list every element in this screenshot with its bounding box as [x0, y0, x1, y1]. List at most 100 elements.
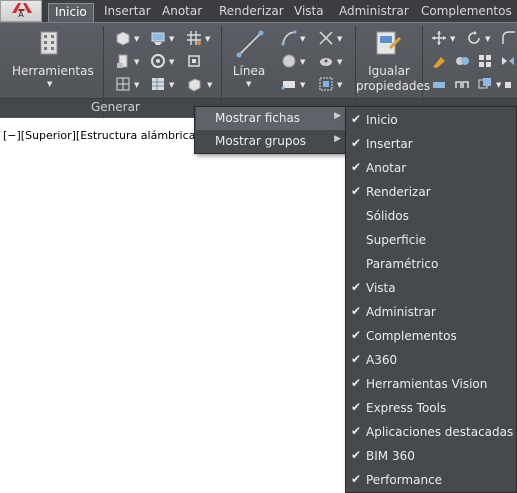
submenu-item-anotar[interactable]: ✔ Anotar — [347, 156, 515, 180]
revolve-icon[interactable] — [150, 53, 166, 69]
separator — [221, 26, 222, 118]
grid-icon[interactable] — [186, 30, 202, 46]
chevron-down-icon[interactable]: ▼ — [450, 35, 455, 43]
array-icon[interactable] — [477, 53, 493, 69]
application-button[interactable]: A — [0, 0, 42, 22]
chevron-down-icon[interactable]: ▼ — [496, 81, 501, 89]
chevron-right-icon: ▶ — [334, 134, 341, 144]
panel-title-generar[interactable]: Generar — [91, 100, 140, 114]
herramientas-label[interactable]: Herramientas — [12, 64, 94, 79]
menu-item-mostrar-grupos[interactable]: Mostrar grupos ▶ — [196, 130, 347, 153]
viewport-controls-label[interactable]: [−][Superior][Estructura alámbrica 2 — [3, 129, 206, 142]
checkmark-icon: ✔ — [351, 328, 362, 342]
chevron-down-icon[interactable]: ▼ — [337, 81, 342, 89]
submenu-item-express-tools[interactable]: ✔ Express Tools — [347, 396, 515, 420]
scale-icon[interactable] — [477, 76, 493, 92]
submenu-item-parametrico[interactable]: Paramétrico — [347, 252, 515, 276]
linea-label[interactable]: Línea — [226, 64, 272, 79]
submenu-item-solidos[interactable]: Sólidos — [347, 204, 515, 228]
tab-insertar[interactable]: Insertar — [104, 3, 151, 22]
chevron-down-icon[interactable]: ▼ — [300, 81, 305, 89]
igualar-label[interactable]: Igualar — [358, 64, 420, 79]
box-icon[interactable] — [115, 30, 131, 46]
submenu-item-label: A360 — [366, 353, 398, 367]
submenu-item-label: Paramétrico — [366, 257, 439, 271]
submenu-item-label: Complementos — [366, 329, 457, 343]
submenu-item-administrar[interactable]: ✔ Administrar — [347, 300, 515, 324]
match-properties-icon[interactable] — [374, 30, 402, 58]
mirror-icon[interactable] — [500, 53, 516, 69]
submenu-item-inicio[interactable]: ✔ Inicio — [347, 108, 515, 132]
propiedades-label[interactable]: propiedades — [356, 79, 430, 94]
rotate-icon[interactable] — [466, 30, 482, 46]
tab-complementos[interactable]: Complementos — [421, 3, 512, 22]
chevron-down-icon[interactable]: ▼ — [169, 35, 174, 43]
submenu-item-bim-360[interactable]: ✔ BIM 360 — [347, 444, 515, 468]
tab-anotar[interactable]: Anotar — [162, 3, 202, 22]
submenu-item-superficie[interactable]: Superficie — [347, 228, 515, 252]
circle-icon[interactable] — [281, 53, 297, 69]
erase-icon[interactable] — [431, 53, 447, 69]
rect-icon[interactable] — [281, 76, 297, 92]
chevron-down-icon[interactable]: ▼ — [134, 58, 139, 66]
chevron-down-icon[interactable]: ▼ — [169, 58, 174, 66]
submenu-item-vista[interactable]: ✔ Vista — [347, 276, 515, 300]
chevron-down-icon[interactable]: ▼ — [337, 35, 342, 43]
modeling-tools-icon[interactable] — [38, 30, 60, 56]
offset-icon[interactable] — [503, 76, 517, 92]
submenu-item-herramientas-vision[interactable]: ✔ Herramientas Vision — [347, 372, 515, 396]
chevron-down-icon[interactable]: ▼ — [337, 58, 342, 66]
chevron-down-icon[interactable]: ▼ — [207, 81, 212, 89]
checkmark-icon: ✔ — [351, 136, 362, 150]
app-letter: A — [18, 10, 24, 19]
separator — [422, 26, 423, 118]
menu-item-mostrar-fichas[interactable]: Mostrar fichas ▶ — [196, 107, 347, 130]
submenu-item-complementos[interactable]: ✔ Complementos — [347, 324, 515, 348]
submenu-item-label: Performance — [366, 473, 443, 487]
trim-icon[interactable] — [318, 30, 334, 46]
checkmark-icon: ✔ — [351, 160, 362, 174]
cube-icon[interactable] — [186, 53, 202, 69]
copy-icon[interactable] — [454, 53, 470, 69]
submenu-item-label: Express Tools — [366, 401, 447, 415]
show-tabs-submenu: ✔ Inicio ✔ Insertar ✔ Anotar ✔ Renderizar Só… — [345, 106, 517, 493]
submenu-item-performance[interactable]: ✔ Performance — [347, 468, 515, 492]
submenu-item-label: Renderizar — [366, 185, 431, 199]
tab-vista[interactable]: Vista — [294, 3, 324, 22]
tab-inicio[interactable]: Inicio — [48, 3, 94, 22]
checkmark-icon: ✔ — [351, 304, 362, 318]
submenu-item-insertar[interactable]: ✔ Insertar — [347, 132, 515, 156]
chevron-down-icon[interactable]: ▼ — [169, 81, 174, 89]
chevron-down-icon[interactable]: ▼ — [485, 35, 490, 43]
chevron-down-icon[interactable]: ▼ — [300, 35, 305, 43]
region-icon[interactable] — [318, 76, 334, 92]
submenu-item-label: Inicio — [366, 113, 398, 127]
chevron-right-icon: ▶ — [334, 111, 341, 121]
chevron-down-icon[interactable]: ▼ — [47, 80, 52, 88]
arc-icon[interactable] — [281, 30, 297, 46]
extrude-icon[interactable] — [115, 53, 131, 69]
solid-icon[interactable] — [186, 76, 202, 92]
submenu-item-label: Vista — [366, 281, 396, 295]
tab-renderizar[interactable]: Renderizar — [219, 3, 284, 22]
submenu-item-aplicaciones-destacadas[interactable]: ✔ Aplicaciones destacadas — [347, 420, 515, 444]
line-icon[interactable] — [236, 30, 264, 58]
chevron-down-icon[interactable]: ▼ — [134, 35, 139, 43]
join-icon[interactable] — [454, 76, 470, 92]
submenu-item-a360[interactable]: ✔ A360 — [347, 348, 515, 372]
point-icon[interactable] — [318, 53, 334, 69]
move-icon[interactable] — [431, 30, 447, 46]
chevron-down-icon[interactable]: ▼ — [300, 58, 305, 66]
chevron-down-icon[interactable]: ▼ — [205, 35, 210, 43]
chevron-down-icon[interactable]: ▼ — [134, 81, 139, 89]
checkmark-icon: ✔ — [351, 112, 362, 126]
submenu-item-label: Superficie — [366, 233, 427, 247]
submenu-item-renderizar[interactable]: ✔ Renderizar — [347, 180, 515, 204]
stretch-icon[interactable] — [431, 76, 447, 92]
fillet-icon[interactable] — [501, 30, 517, 46]
layer-icon[interactable] — [150, 30, 166, 46]
table-icon[interactable] — [150, 76, 166, 92]
tab-administrar[interactable]: Administrar — [339, 3, 409, 22]
chevron-down-icon[interactable]: ▼ — [246, 80, 251, 88]
mesh-icon[interactable] — [115, 76, 131, 92]
